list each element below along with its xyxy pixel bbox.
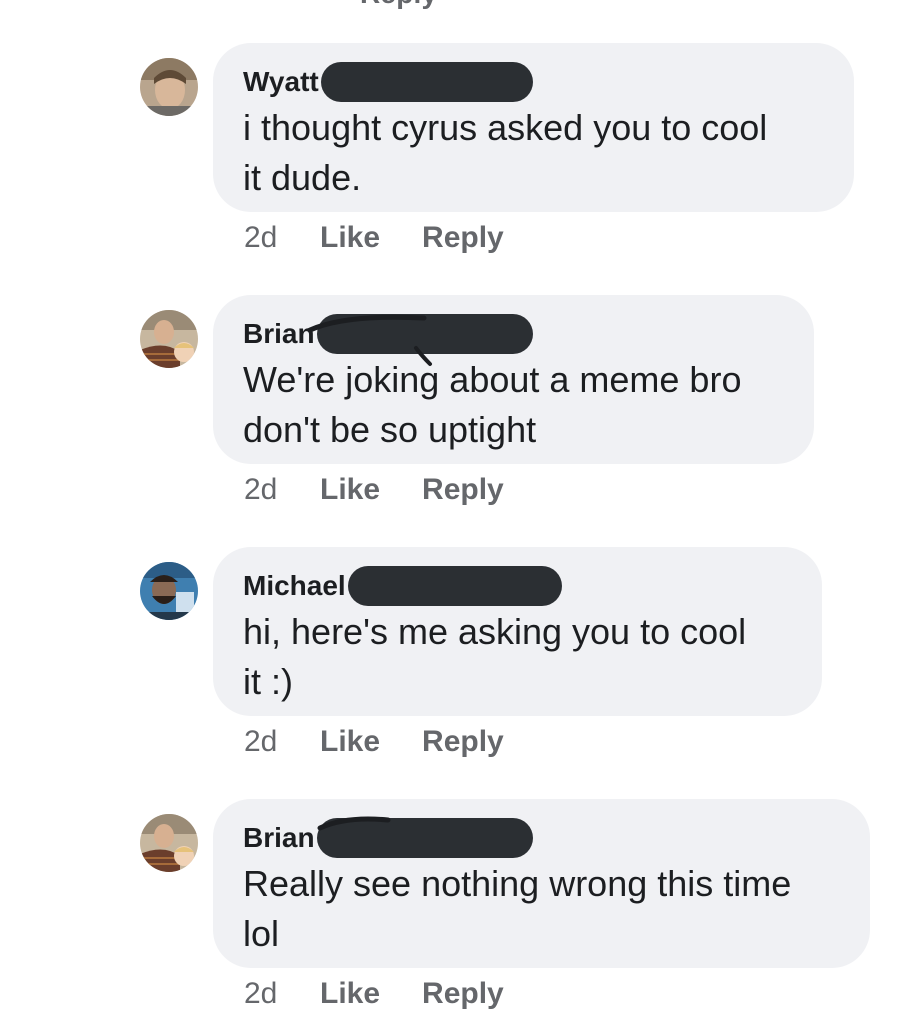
comment-bubble: Michael hi, here's me asking you to cool… — [213, 547, 822, 716]
comment-text: We're joking about a meme bro don't be s… — [243, 359, 742, 450]
redacted-surname — [320, 62, 533, 102]
comment-author[interactable]: Michael — [243, 569, 346, 603]
reply-button[interactable]: Reply — [422, 725, 504, 759]
previous-reply-link[interactable]: Reply — [360, 0, 437, 10]
reply-button[interactable]: Reply — [422, 473, 504, 507]
reply-button[interactable]: Reply — [422, 221, 504, 255]
avatar[interactable] — [140, 814, 198, 872]
like-button[interactable]: Like — [320, 473, 380, 507]
redacted-surname — [316, 314, 533, 354]
comment-timestamp[interactable]: 2d — [244, 725, 320, 759]
redacted-surname — [347, 566, 562, 606]
comment-actions: 2d Like Reply — [244, 724, 546, 760]
comment-bubble: Brian Really see nothing wrong this time… — [213, 799, 870, 968]
comment-author[interactable]: Brian — [243, 821, 315, 855]
comment-actions: 2d Like Reply — [244, 976, 546, 1012]
avatar[interactable] — [140, 310, 198, 368]
comment-text: i thought cyrus asked you to cool it dud… — [243, 107, 768, 198]
comment-timestamp[interactable]: 2d — [244, 221, 320, 255]
like-button[interactable]: Like — [320, 221, 380, 255]
like-button[interactable]: Like — [320, 977, 380, 1011]
avatar[interactable] — [140, 58, 198, 116]
comment-timestamp[interactable]: 2d — [244, 977, 320, 1011]
redacted-surname — [316, 818, 533, 858]
comment-bubble: Wyatt i thought cyrus asked you to cool … — [213, 43, 854, 212]
like-button[interactable]: Like — [320, 725, 380, 759]
comment-text: hi, here's me asking you to cool it :) — [243, 611, 747, 702]
reply-button[interactable]: Reply — [422, 977, 504, 1011]
comment-author[interactable]: Wyatt — [243, 65, 319, 99]
comment-actions: 2d Like Reply — [244, 220, 546, 256]
comment-timestamp[interactable]: 2d — [244, 473, 320, 507]
avatar[interactable] — [140, 562, 198, 620]
comment-text: Really see nothing wrong this time lol — [243, 863, 792, 954]
comment-actions: 2d Like Reply — [244, 472, 546, 508]
comment-bubble: Brian We're joking about a meme bro don'… — [213, 295, 814, 464]
comment-author[interactable]: Brian — [243, 317, 315, 351]
